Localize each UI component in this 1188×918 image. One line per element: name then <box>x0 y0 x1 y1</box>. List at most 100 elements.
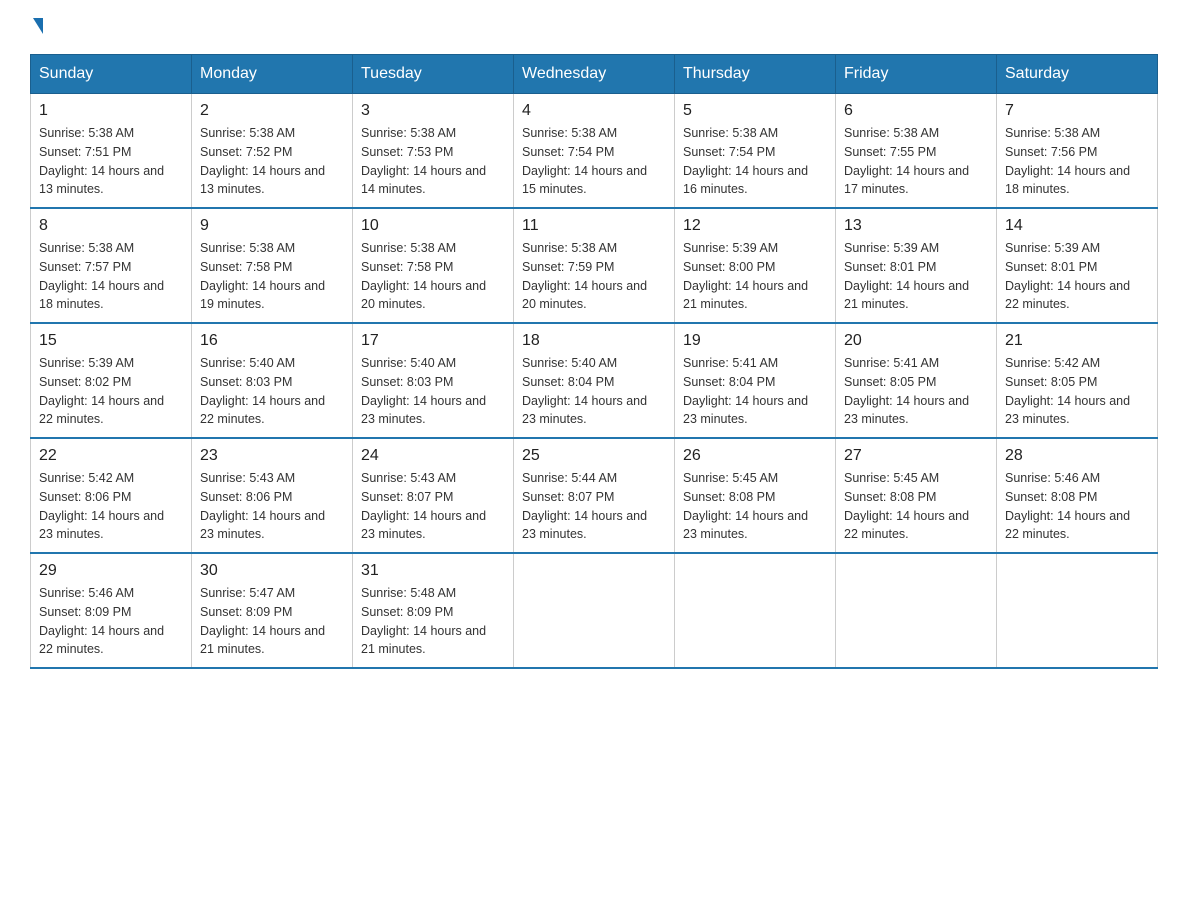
day-number: 26 <box>683 447 827 465</box>
day-number: 31 <box>361 562 505 580</box>
day-info: Sunrise: 5:38 AMSunset: 7:53 PMDaylight:… <box>361 124 505 199</box>
day-number: 30 <box>200 562 344 580</box>
day-number: 28 <box>1005 447 1149 465</box>
calendar-cell: 30 Sunrise: 5:47 AMSunset: 8:09 PMDayligh… <box>192 553 353 668</box>
day-info: Sunrise: 5:40 AMSunset: 8:04 PMDaylight:… <box>522 354 666 429</box>
day-info: Sunrise: 5:41 AMSunset: 8:04 PMDaylight:… <box>683 354 827 429</box>
day-info: Sunrise: 5:38 AMSunset: 7:57 PMDaylight:… <box>39 239 183 314</box>
calendar-body: 1Sunrise: 5:38 AMSunset: 7:51 PMDaylight… <box>31 94 1158 669</box>
day-info: Sunrise: 5:38 AMSunset: 7:56 PMDaylight:… <box>1005 124 1149 199</box>
week-row-1: 1Sunrise: 5:38 AMSunset: 7:51 PMDaylight… <box>31 94 1158 209</box>
day-number: 14 <box>1005 217 1149 235</box>
day-info: Sunrise: 5:39 AMSunset: 8:01 PMDaylight:… <box>1005 239 1149 314</box>
day-number: 7 <box>1005 102 1149 120</box>
calendar-cell: 25 Sunrise: 5:44 AMSunset: 8:07 PMDayligh… <box>514 438 675 553</box>
calendar-cell: 18Sunrise: 5:40 AMSunset: 8:04 PMDayligh… <box>514 323 675 438</box>
calendar-cell: 2 Sunrise: 5:38 AMSunset: 7:52 PMDaylight… <box>192 94 353 209</box>
day-number: 21 <box>1005 332 1149 350</box>
day-info: Sunrise: 5:43 AMSunset: 8:07 PMDaylight:… <box>361 469 505 544</box>
header-day-saturday: Saturday <box>997 55 1158 94</box>
calendar-table: SundayMondayTuesdayWednesdayThursdayFrid… <box>30 54 1158 669</box>
day-info: Sunrise: 5:38 AMSunset: 7:52 PMDaylight:… <box>200 124 344 199</box>
calendar-cell: 24 Sunrise: 5:43 AMSunset: 8:07 PMDayligh… <box>353 438 514 553</box>
day-number: 29 <box>39 562 183 580</box>
day-info: Sunrise: 5:39 AMSunset: 8:00 PMDaylight:… <box>683 239 827 314</box>
logo-arrow-icon <box>33 18 43 34</box>
calendar-cell: 13Sunrise: 5:39 AMSunset: 8:01 PMDayligh… <box>836 208 997 323</box>
calendar-cell <box>675 553 836 668</box>
day-number: 2 <box>200 102 344 120</box>
calendar-cell: 4 Sunrise: 5:38 AMSunset: 7:54 PMDaylight… <box>514 94 675 209</box>
day-info: Sunrise: 5:42 AMSunset: 8:06 PMDaylight:… <box>39 469 183 544</box>
calendar-cell: 22 Sunrise: 5:42 AMSunset: 8:06 PMDayligh… <box>31 438 192 553</box>
day-info: Sunrise: 5:48 AMSunset: 8:09 PMDaylight:… <box>361 584 505 659</box>
day-number: 9 <box>200 217 344 235</box>
day-number: 25 <box>522 447 666 465</box>
day-info: Sunrise: 5:38 AMSunset: 7:54 PMDaylight:… <box>522 124 666 199</box>
day-number: 1 <box>39 102 183 120</box>
calendar-header: SundayMondayTuesdayWednesdayThursdayFrid… <box>31 55 1158 94</box>
calendar-cell: 28Sunrise: 5:46 AMSunset: 8:08 PMDayligh… <box>997 438 1158 553</box>
calendar-cell: 7 Sunrise: 5:38 AMSunset: 7:56 PMDaylight… <box>997 94 1158 209</box>
day-info: Sunrise: 5:47 AMSunset: 8:09 PMDaylight:… <box>200 584 344 659</box>
day-number: 17 <box>361 332 505 350</box>
day-info: Sunrise: 5:41 AMSunset: 8:05 PMDaylight:… <box>844 354 988 429</box>
calendar-cell <box>514 553 675 668</box>
calendar-cell: 31 Sunrise: 5:48 AMSunset: 8:09 PMDayligh… <box>353 553 514 668</box>
day-number: 12 <box>683 217 827 235</box>
calendar-cell: 27Sunrise: 5:45 AMSunset: 8:08 PMDayligh… <box>836 438 997 553</box>
day-number: 22 <box>39 447 183 465</box>
day-number: 19 <box>683 332 827 350</box>
calendar-cell: 8 Sunrise: 5:38 AMSunset: 7:57 PMDaylight… <box>31 208 192 323</box>
calendar-cell: 12 Sunrise: 5:39 AMSunset: 8:00 PMDayligh… <box>675 208 836 323</box>
header-day-sunday: Sunday <box>31 55 192 94</box>
calendar-cell: 5 Sunrise: 5:38 AMSunset: 7:54 PMDaylight… <box>675 94 836 209</box>
day-number: 3 <box>361 102 505 120</box>
page-header <box>30 20 1158 36</box>
day-info: Sunrise: 5:38 AMSunset: 7:58 PMDaylight:… <box>200 239 344 314</box>
day-number: 20 <box>844 332 988 350</box>
logo <box>30 20 43 36</box>
day-info: Sunrise: 5:40 AMSunset: 8:03 PMDaylight:… <box>361 354 505 429</box>
day-info: Sunrise: 5:38 AMSunset: 7:58 PMDaylight:… <box>361 239 505 314</box>
day-info: Sunrise: 5:40 AMSunset: 8:03 PMDaylight:… <box>200 354 344 429</box>
day-number: 23 <box>200 447 344 465</box>
calendar-cell: 11Sunrise: 5:38 AMSunset: 7:59 PMDayligh… <box>514 208 675 323</box>
day-number: 15 <box>39 332 183 350</box>
day-info: Sunrise: 5:43 AMSunset: 8:06 PMDaylight:… <box>200 469 344 544</box>
day-number: 6 <box>844 102 988 120</box>
day-number: 4 <box>522 102 666 120</box>
calendar-cell: 29 Sunrise: 5:46 AMSunset: 8:09 PMDayligh… <box>31 553 192 668</box>
day-info: Sunrise: 5:42 AMSunset: 8:05 PMDaylight:… <box>1005 354 1149 429</box>
calendar-cell: 23 Sunrise: 5:43 AMSunset: 8:06 PMDayligh… <box>192 438 353 553</box>
calendar-cell: 6 Sunrise: 5:38 AMSunset: 7:55 PMDaylight… <box>836 94 997 209</box>
day-number: 16 <box>200 332 344 350</box>
day-info: Sunrise: 5:46 AMSunset: 8:09 PMDaylight:… <box>39 584 183 659</box>
week-row-5: 29 Sunrise: 5:46 AMSunset: 8:09 PMDayligh… <box>31 553 1158 668</box>
day-number: 13 <box>844 217 988 235</box>
header-day-friday: Friday <box>836 55 997 94</box>
day-info: Sunrise: 5:38 AMSunset: 7:59 PMDaylight:… <box>522 239 666 314</box>
day-info: Sunrise: 5:44 AMSunset: 8:07 PMDaylight:… <box>522 469 666 544</box>
header-day-thursday: Thursday <box>675 55 836 94</box>
calendar-cell: 17 Sunrise: 5:40 AMSunset: 8:03 PMDayligh… <box>353 323 514 438</box>
day-number: 24 <box>361 447 505 465</box>
day-number: 10 <box>361 217 505 235</box>
calendar-cell: 14 Sunrise: 5:39 AMSunset: 8:01 PMDayligh… <box>997 208 1158 323</box>
header-day-tuesday: Tuesday <box>353 55 514 94</box>
day-number: 27 <box>844 447 988 465</box>
calendar-cell: 3 Sunrise: 5:38 AMSunset: 7:53 PMDaylight… <box>353 94 514 209</box>
week-row-2: 8 Sunrise: 5:38 AMSunset: 7:57 PMDaylight… <box>31 208 1158 323</box>
calendar-cell <box>836 553 997 668</box>
day-info: Sunrise: 5:39 AMSunset: 8:02 PMDaylight:… <box>39 354 183 429</box>
calendar-cell: 15 Sunrise: 5:39 AMSunset: 8:02 PMDayligh… <box>31 323 192 438</box>
day-number: 5 <box>683 102 827 120</box>
week-row-3: 15 Sunrise: 5:39 AMSunset: 8:02 PMDayligh… <box>31 323 1158 438</box>
header-row: SundayMondayTuesdayWednesdayThursdayFrid… <box>31 55 1158 94</box>
day-info: Sunrise: 5:45 AMSunset: 8:08 PMDaylight:… <box>683 469 827 544</box>
calendar-cell: 19 Sunrise: 5:41 AMSunset: 8:04 PMDayligh… <box>675 323 836 438</box>
calendar-cell: 9 Sunrise: 5:38 AMSunset: 7:58 PMDaylight… <box>192 208 353 323</box>
day-info: Sunrise: 5:38 AMSunset: 7:55 PMDaylight:… <box>844 124 988 199</box>
day-info: Sunrise: 5:38 AMSunset: 7:54 PMDaylight:… <box>683 124 827 199</box>
day-number: 8 <box>39 217 183 235</box>
